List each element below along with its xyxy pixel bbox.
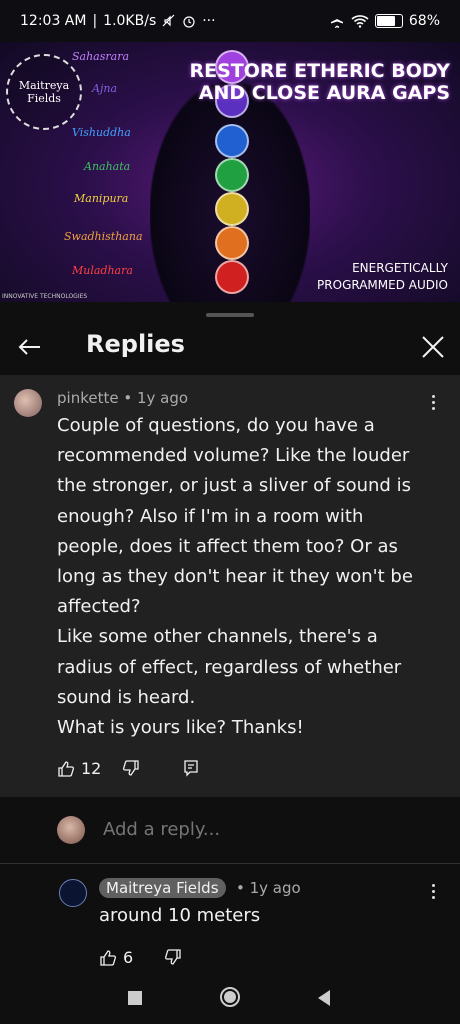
thumbs-down-icon bbox=[122, 760, 139, 776]
add-reply-bar bbox=[0, 797, 460, 864]
solar-plexus-chakra-icon bbox=[215, 192, 249, 226]
like-count: 6 bbox=[123, 948, 134, 967]
home-icon[interactable] bbox=[219, 986, 241, 1008]
page-title: Replies bbox=[86, 330, 185, 358]
mute-icon bbox=[162, 14, 175, 27]
alarm-icon bbox=[183, 16, 195, 28]
like-count: 12 bbox=[81, 759, 102, 778]
battery-icon bbox=[374, 14, 403, 28]
channel-logo: Maitreya Fields bbox=[6, 54, 82, 130]
thumbs-up-icon bbox=[58, 760, 75, 777]
throat-chakra-icon bbox=[215, 124, 249, 158]
avatar[interactable] bbox=[14, 389, 42, 417]
replies-header: Replies bbox=[0, 320, 460, 374]
brand-label: INNOVATIVE TECHNOLOGIES bbox=[2, 293, 88, 300]
video-subtitle: ENERGETICALLY PROGRAMMED AUDIO bbox=[317, 261, 448, 292]
thumbs-up-icon bbox=[100, 949, 117, 966]
chakra-label: Vishuddha bbox=[72, 126, 131, 139]
dislike-button[interactable] bbox=[122, 759, 140, 777]
chakra-label: Swadhisthana bbox=[64, 230, 143, 243]
heart-chakra-icon bbox=[215, 158, 249, 192]
avatar[interactable] bbox=[59, 879, 87, 907]
sacral-chakra-icon bbox=[215, 226, 249, 260]
reply-button[interactable] bbox=[182, 759, 200, 777]
video-player[interactable]: Maitreya Fields Sahasrara Ajna Vishuddha… bbox=[0, 42, 460, 302]
wifi-icon bbox=[351, 15, 369, 28]
add-reply-input[interactable] bbox=[103, 819, 423, 840]
back-arrow-icon[interactable] bbox=[14, 332, 44, 362]
comment-time: • 1y ago bbox=[123, 389, 189, 407]
chakra-label: Muladhara bbox=[72, 264, 133, 277]
chakra-label: Ajna bbox=[92, 82, 117, 95]
airplane-icon bbox=[330, 14, 343, 28]
battery-level: 68% bbox=[408, 13, 440, 29]
like-button[interactable]: 12 bbox=[57, 759, 101, 778]
close-icon[interactable] bbox=[418, 332, 448, 362]
more-icon: ··· bbox=[202, 13, 216, 29]
more-options-icon[interactable] bbox=[423, 881, 443, 901]
parent-comment: pinkette • 1y ago Couple of questions, d… bbox=[0, 375, 460, 797]
dislike-button[interactable] bbox=[164, 948, 182, 966]
thumbs-down-icon bbox=[164, 949, 181, 965]
status-bar: 12:03 AM | 1.0KB/s ··· 68% bbox=[0, 0, 460, 42]
drag-handle[interactable] bbox=[206, 313, 254, 317]
reply-text: around 10 meters bbox=[99, 905, 261, 926]
network-speed: 1.0KB/s bbox=[103, 13, 157, 29]
clock: 12:03 AM bbox=[20, 13, 87, 29]
more-options-icon[interactable] bbox=[423, 392, 443, 412]
system-nav-bar bbox=[0, 974, 460, 1024]
back-icon[interactable] bbox=[316, 989, 332, 1007]
chakra-label: Sahasrara bbox=[72, 50, 130, 63]
reply-item: Maitreya Fields • 1y ago around 10 meter… bbox=[0, 864, 460, 974]
chakra-label: Manipura bbox=[74, 192, 129, 205]
video-title: RESTORE ETHERIC BODY AND CLOSE AURA GAPS bbox=[189, 60, 451, 104]
comment-author[interactable]: pinkette bbox=[57, 389, 119, 407]
avatar bbox=[57, 816, 85, 844]
comment-text: Couple of questions, do you have a recom… bbox=[57, 415, 413, 739]
like-button[interactable]: 6 bbox=[99, 948, 133, 967]
chakra-label: Anahata bbox=[84, 160, 131, 173]
recents-icon[interactable] bbox=[127, 990, 143, 1006]
reply-time: • 1y ago bbox=[236, 879, 301, 897]
reply-author[interactable]: Maitreya Fields bbox=[99, 878, 226, 898]
root-chakra-icon bbox=[215, 260, 249, 294]
comment-icon bbox=[184, 760, 198, 777]
